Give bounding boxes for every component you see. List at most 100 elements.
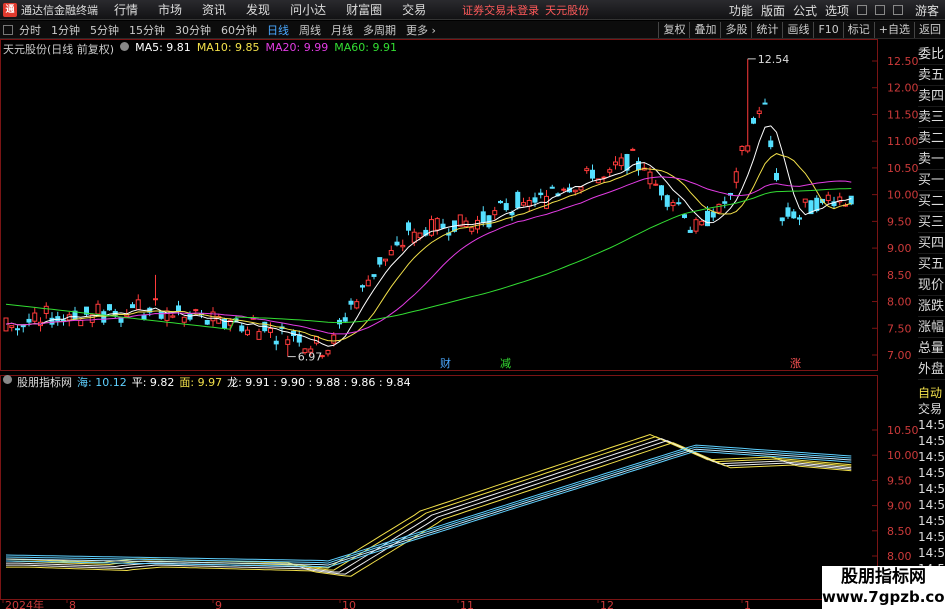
side-item[interactable]: 总量 — [918, 338, 945, 359]
toolbar-button[interactable]: 标记 — [842, 22, 874, 38]
toolbar-button[interactable]: 多股 — [720, 22, 751, 38]
close-icon[interactable] — [892, 5, 903, 15]
side-item[interactable]: 买五 — [918, 254, 945, 275]
candle-body — [572, 189, 578, 193]
candle-body — [429, 219, 434, 236]
candle-body — [153, 298, 158, 301]
indicator-settings-icon[interactable] — [3, 375, 12, 384]
more-label: 更多 — [406, 23, 428, 37]
candle-body — [342, 317, 348, 322]
side-item[interactable]: 卖二 — [918, 128, 945, 149]
indicator-fast-line — [6, 436, 852, 571]
side2-item[interactable]: 交易 — [918, 401, 945, 417]
candle-body — [710, 211, 716, 218]
period-tab[interactable]: 月线 — [329, 22, 355, 38]
side-item[interactable]: 卖五 — [918, 65, 945, 86]
toolbar-button[interactable]: 画线 — [782, 22, 813, 38]
ma20-value: MA20: 9.99 — [265, 41, 329, 54]
side-item[interactable]: 买二 — [918, 191, 945, 212]
menu-item-layout[interactable]: 版面 — [761, 2, 785, 19]
period-tab[interactable]: 5分钟 — [88, 22, 121, 38]
side-item[interactable]: 卖四 — [918, 86, 945, 107]
ma5-value: MA5: 9.81 — [135, 41, 191, 54]
x-tick-label: 9 — [215, 599, 222, 609]
period-tab[interactable]: 1分钟 — [49, 22, 82, 38]
guest-label[interactable]: 游客 — [915, 2, 939, 19]
side-item[interactable]: 买一 — [918, 170, 945, 191]
indicator-panel-frame — [0, 375, 878, 600]
minimize-icon[interactable] — [856, 5, 867, 15]
indicator-slow-line — [5, 446, 852, 564]
toolbar-button[interactable]: 复权 — [658, 22, 689, 38]
menu-item-quotes[interactable]: 行情 — [114, 1, 138, 18]
period-tab[interactable]: 30分钟 — [173, 22, 213, 38]
indicator-fast-line — [6, 440, 852, 575]
candle-body — [791, 211, 797, 219]
menu-item-function[interactable]: 功能 — [729, 2, 753, 19]
candle-body — [193, 309, 199, 312]
kline-panel-frame — [0, 39, 878, 371]
candle-body — [607, 169, 613, 173]
menu-item-trade[interactable]: 交易 — [402, 1, 426, 18]
side-item[interactable]: 现价 — [918, 275, 945, 296]
side2-item[interactable]: 自动 — [918, 385, 945, 401]
x-tick-label: 2024年 — [5, 598, 44, 609]
menu-item-formula[interactable]: 公式 — [793, 2, 817, 19]
indicator-y-tick-label: 10.00 — [887, 449, 918, 462]
checkbox-icon[interactable] — [3, 24, 13, 35]
indicator-value-ping: 平: 9.82 — [131, 376, 175, 389]
candle-body — [716, 203, 722, 213]
candle-body — [15, 328, 20, 331]
toolbar-button[interactable]: 叠加 — [689, 22, 720, 38]
settings-icon[interactable] — [120, 42, 130, 51]
candle-body — [630, 148, 636, 151]
side-item[interactable]: 卖三 — [918, 107, 945, 128]
toolbar-button[interactable]: 统计 — [751, 22, 782, 38]
side-item[interactable]: 卖一 — [918, 149, 945, 170]
maximize-icon[interactable] — [874, 5, 885, 15]
candle-body — [503, 203, 509, 211]
y-tick-label: 9.50 — [887, 215, 912, 228]
login-warning[interactable]: 证券交易未登录 — [462, 2, 539, 18]
candle-body — [532, 197, 538, 203]
candle-body — [107, 304, 112, 311]
side2-time: 14:56 — [918, 514, 945, 528]
y-tick-label: 12.00 — [887, 82, 918, 95]
candle-body — [26, 318, 32, 323]
candle-body — [848, 195, 854, 205]
period-tab[interactable]: 60分钟 — [219, 22, 259, 38]
side-item[interactable]: 涨幅 — [918, 317, 945, 338]
y-tick-label: 10.00 — [887, 189, 918, 202]
candle-body — [756, 110, 762, 115]
menu-item-discover[interactable]: 发现 — [246, 1, 270, 18]
side-item[interactable]: 外盘 — [918, 359, 945, 380]
candle-body — [682, 214, 687, 218]
side-item[interactable]: 委比 — [918, 44, 945, 65]
side-item[interactable]: 涨跌 — [918, 296, 945, 317]
toolbar-button[interactable]: F10 — [813, 22, 842, 38]
menu-item-wealth[interactable]: 财富圈 — [346, 1, 382, 18]
candle-body — [388, 249, 394, 256]
menu-item-news[interactable]: 资讯 — [202, 1, 226, 18]
toolbar-button[interactable]: 返回 — [914, 22, 945, 38]
period-tab-active[interactable]: 日线 — [265, 22, 291, 38]
side-item[interactable]: 买四 — [918, 233, 945, 254]
side2-time: 14:56 — [918, 450, 945, 464]
menu-item-options[interactable]: 选项 — [825, 2, 849, 19]
period-tab-more[interactable]: 更多 › — [404, 22, 438, 38]
candle-body — [440, 223, 446, 229]
chart-canvas[interactable]: 12.50 12.00 11.50 11.00 10.50 10.00 9.50 9.00 8.… — [0, 39, 918, 609]
y-tick-label: 7.00 — [887, 349, 912, 362]
marker-jian: 减 — [500, 357, 511, 370]
menu-item-market[interactable]: 市场 — [158, 1, 182, 18]
period-tab[interactable]: 15分钟 — [127, 22, 167, 38]
y-tick-label: 8.00 — [887, 296, 912, 309]
period-tab[interactable]: 分时 — [17, 22, 43, 38]
period-tab[interactable]: 周线 — [297, 22, 323, 38]
side-item[interactable]: 买三 — [918, 212, 945, 233]
menu-item-ask[interactable]: 问小达 — [290, 1, 326, 18]
candle-body — [480, 211, 486, 223]
candle-body — [687, 229, 693, 233]
toolbar-button[interactable]: +自选 — [873, 22, 914, 38]
period-tab[interactable]: 多周期 — [361, 22, 398, 38]
